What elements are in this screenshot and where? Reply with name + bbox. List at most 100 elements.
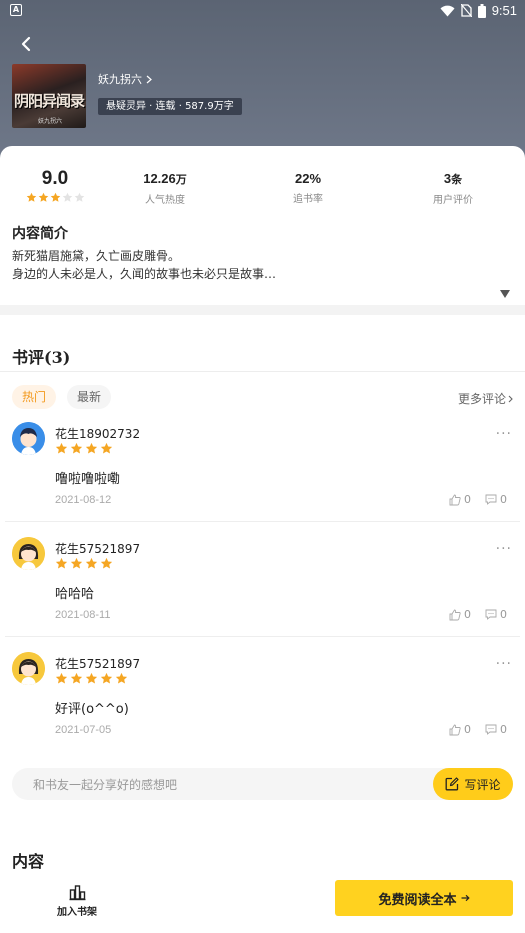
- review-text: 噜啦噜啦嘞: [55, 472, 121, 487]
- avatar-girl-icon: [12, 537, 45, 570]
- write-review-label: 写评论: [464, 777, 501, 792]
- review-username: 花生57521897: [55, 542, 141, 556]
- more-reviews-link[interactable]: 更多评论: [458, 390, 513, 407]
- tab-hot[interactable]: 热门: [12, 385, 57, 409]
- avatar-girl-icon: [12, 652, 45, 685]
- like-button[interactable]: 0: [449, 608, 471, 621]
- review-item: 花生57521897 好评(o^^o) 2021-07-05 ··· 0 0: [0, 652, 525, 767]
- author-link[interactable]: 妖九拐六: [98, 71, 152, 87]
- review-item: 花生18902732 噜啦噜啦嘞 2021-08-12 ··· 0 0: [0, 422, 525, 537]
- wifi-icon: [440, 5, 455, 17]
- triangle-down-icon: [500, 290, 510, 298]
- back-button[interactable]: [14, 32, 38, 56]
- score-stars: [18, 192, 92, 203]
- comment-count: 0: [500, 493, 507, 506]
- review-actions: 0 0: [449, 493, 507, 506]
- comment-button[interactable]: 0: [485, 723, 507, 736]
- follow-label: 追书率: [293, 194, 323, 205]
- status-bar: A 9:51: [0, 0, 525, 24]
- read-free-button[interactable]: 免费阅读全本: [335, 880, 513, 916]
- thumbs-up-icon: [449, 724, 461, 735]
- like-count: 0: [464, 493, 471, 506]
- star-filled-icon: [70, 442, 83, 454]
- comment-button[interactable]: 0: [485, 493, 507, 506]
- thumbs-up-icon: [449, 609, 461, 620]
- comment-placeholder: 和书友一起分享好的感想吧: [33, 778, 178, 792]
- review-date: 2021-08-11: [55, 609, 111, 621]
- thumbs-up-icon: [449, 494, 461, 505]
- star-empty-icon: [62, 192, 72, 202]
- like-button[interactable]: 0: [449, 723, 471, 736]
- chevron-right-icon: [508, 395, 513, 402]
- reviews-unit: 条: [451, 174, 463, 186]
- reviews-label: 用户评价: [433, 195, 473, 206]
- cover-title: 阴阳异闻录: [14, 92, 85, 110]
- avatar-boy-icon: [12, 422, 45, 455]
- shelf-label: 加入书架: [57, 907, 97, 918]
- more-options-icon[interactable]: ···: [496, 542, 512, 556]
- like-count: 0: [464, 723, 471, 736]
- avatar[interactable]: [12, 422, 45, 455]
- star-filled-icon: [100, 442, 113, 454]
- intro-title: 内容简介: [12, 226, 68, 242]
- no-sim-icon: [460, 4, 472, 17]
- read-label: 免费阅读全本: [378, 892, 457, 908]
- divider: [5, 636, 520, 637]
- write-review-button[interactable]: 写评论: [433, 768, 513, 800]
- cover-author: 妖九拐六: [38, 118, 63, 125]
- more-options-icon[interactable]: ···: [496, 427, 512, 441]
- star-filled-icon: [115, 672, 128, 684]
- review-username: 花生57521897: [55, 657, 141, 671]
- review-date: 2021-07-05: [55, 724, 112, 736]
- book-cover[interactable]: 阴阳异闻录 妖九拐六: [12, 64, 86, 128]
- edit-icon: [446, 777, 460, 791]
- section-divider: [0, 305, 525, 315]
- comment-count: 0: [500, 608, 507, 621]
- star-filled-icon: [85, 442, 98, 454]
- review-username: 花生18902732: [55, 427, 141, 441]
- add-to-shelf-button[interactable]: 加入书架: [52, 884, 102, 918]
- battery-icon: [477, 3, 486, 18]
- review-item: 花生57521897 哈哈哈 2021-08-11 ··· 0 0: [0, 537, 525, 652]
- like-button[interactable]: 0: [449, 493, 471, 506]
- status-time: 9:51: [491, 3, 517, 18]
- stat-follow-rate: 22% 追书率: [273, 171, 343, 205]
- comment-icon: [485, 724, 497, 735]
- popularity-value: 12.26: [143, 171, 176, 186]
- review-text: 哈哈哈: [55, 587, 95, 602]
- popularity-unit: 万: [175, 174, 187, 186]
- chevron-left-icon: [21, 36, 31, 52]
- tab-latest[interactable]: 最新: [67, 385, 112, 409]
- star-filled-icon: [55, 557, 68, 569]
- status-icons: 9:51: [440, 3, 517, 18]
- more-options-icon[interactable]: ···: [496, 657, 512, 671]
- reviews-title: 书评(3): [12, 348, 71, 367]
- comment-count: 0: [500, 723, 507, 736]
- popularity-label: 人气热度: [145, 195, 185, 206]
- review-stars: [55, 557, 113, 570]
- avatar[interactable]: [12, 537, 45, 570]
- bottom-action-bar: 加入书架 免费阅读全本: [0, 872, 525, 933]
- like-count: 0: [464, 608, 471, 621]
- divider: [5, 521, 520, 522]
- star-filled-icon: [55, 672, 68, 684]
- expand-intro-button[interactable]: [500, 283, 510, 298]
- star-filled-icon: [100, 557, 113, 569]
- intro-line-2: 身边的人未必是人，久闻的故事也未必只是故事…: [12, 267, 277, 281]
- content-title: 内容: [12, 852, 45, 871]
- stat-user-reviews: 3条 用户评价: [418, 171, 488, 206]
- divider: [0, 371, 525, 372]
- stat-popularity: 12.26万 人气热度: [130, 171, 200, 206]
- star-filled-icon: [55, 442, 68, 454]
- comment-input[interactable]: 和书友一起分享好的感想吧 写评论: [12, 768, 513, 800]
- intro-line-1: 新死猫眉施黛，久亡画皮雕骨。: [12, 249, 181, 263]
- star-filled-icon: [85, 557, 98, 569]
- comment-icon: [485, 609, 497, 620]
- book-tags: 悬疑灵异 · 连载 · 587.9万字: [98, 98, 242, 115]
- comment-button[interactable]: 0: [485, 608, 507, 621]
- review-stars: [55, 672, 128, 685]
- review-actions: 0 0: [449, 608, 507, 621]
- avatar[interactable]: [12, 652, 45, 685]
- review-date: 2021-08-12: [55, 494, 112, 506]
- arrow-right-icon: [461, 894, 470, 902]
